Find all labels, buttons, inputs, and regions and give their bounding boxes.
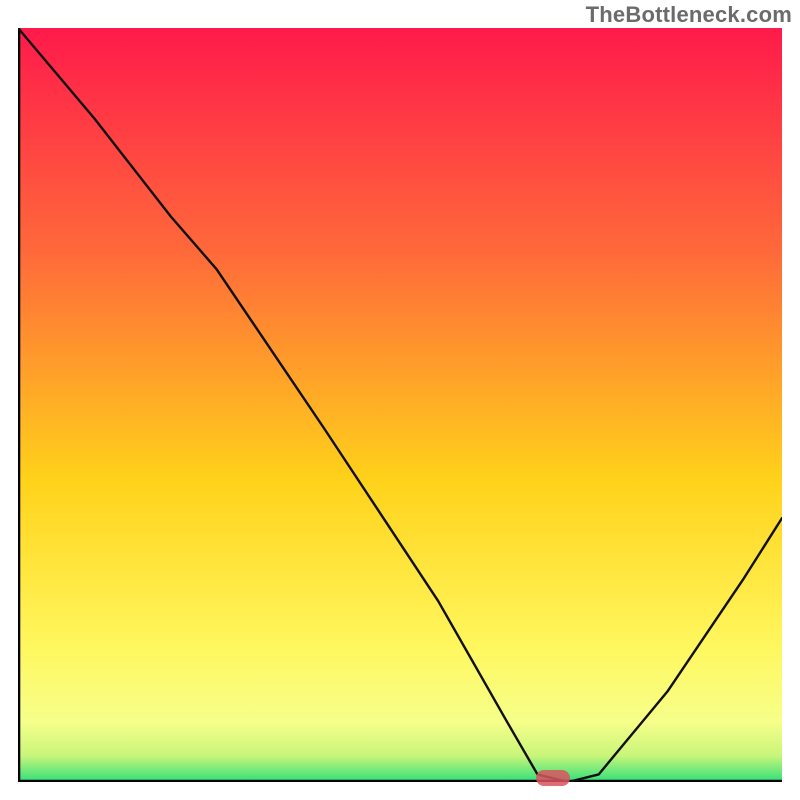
optimum-marker — [536, 770, 570, 786]
watermark-label: TheBottleneck.com — [586, 2, 792, 28]
plot-area — [18, 28, 782, 782]
chart-frame: TheBottleneck.com — [0, 0, 800, 800]
gradient-rect — [18, 28, 782, 782]
plot-svg — [18, 28, 782, 782]
